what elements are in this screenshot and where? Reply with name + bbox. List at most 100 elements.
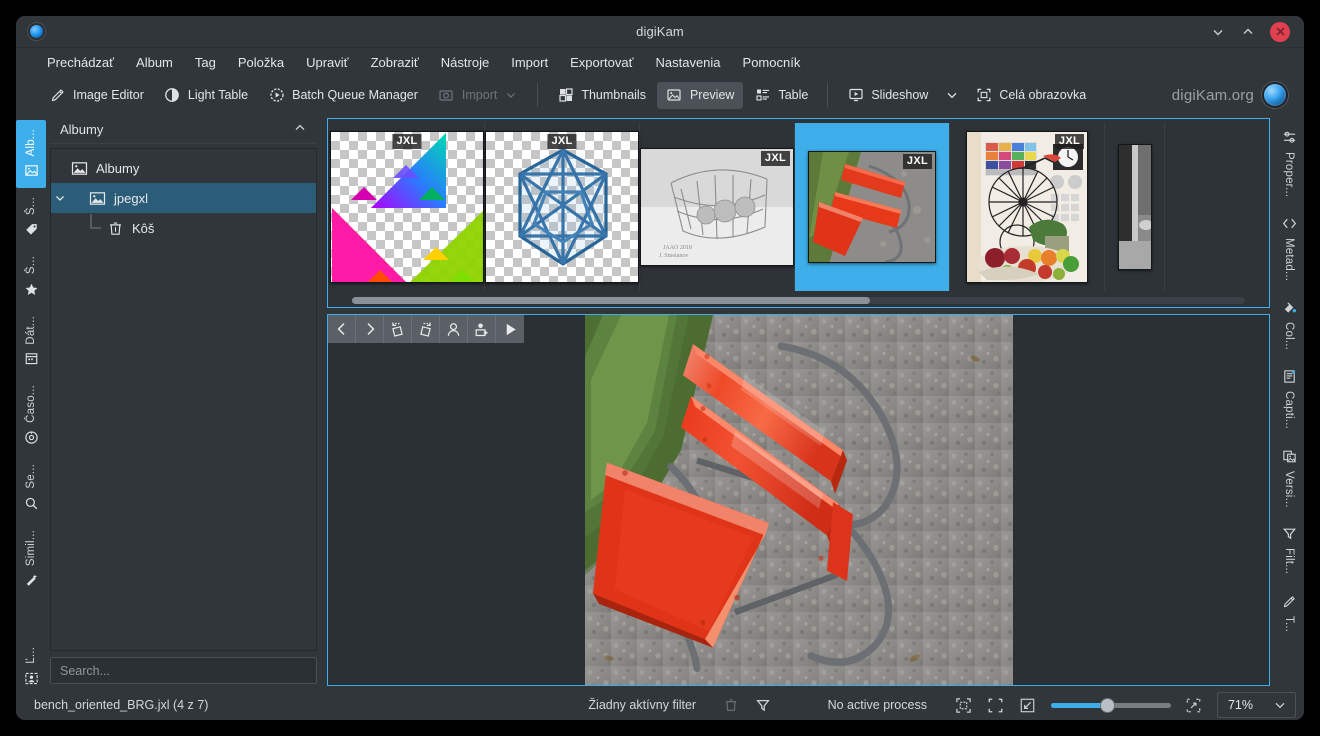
albums-panel-header: Albumy: [50, 116, 317, 144]
rotate-right-button[interactable]: [412, 315, 440, 343]
brand-area: digiKam.org: [1172, 82, 1292, 108]
add-face-button[interactable]: [468, 315, 496, 343]
preview-image[interactable]: [584, 315, 1013, 685]
trash-icon: [105, 218, 125, 238]
tree-item-trash[interactable]: Kôš: [51, 213, 316, 243]
light-table-button[interactable]: Light Table: [155, 82, 257, 109]
close-button[interactable]: [1270, 21, 1290, 42]
tree-item-albums-root[interactable]: Albumy: [51, 153, 316, 183]
format-badge: JXL: [902, 154, 932, 169]
zoom-level-dropdown[interactable]: 71%: [1216, 692, 1296, 718]
zoom-slider-fill: [1050, 702, 1107, 708]
album-search-box[interactable]: [50, 657, 317, 684]
menu-edit[interactable]: Upraviť: [295, 52, 359, 73]
sidebar-item-people[interactable]: Ľ...: [16, 638, 46, 696]
fit-to-width-icon[interactable]: [1019, 696, 1037, 714]
menu-browse[interactable]: Prechádzať: [36, 52, 125, 73]
search-input[interactable]: [60, 663, 307, 678]
zoom-slider[interactable]: [1050, 696, 1171, 714]
scrollbar-thumb[interactable]: [352, 296, 870, 304]
thumbnails-view-button[interactable]: Thumbnails: [548, 82, 655, 109]
sidebar-label-colors: Col...: [1283, 322, 1295, 351]
thumbnails-label: Thumbnails: [581, 88, 646, 102]
menu-export[interactable]: Exportovať: [559, 52, 644, 73]
sidebar-label-versions: Versi...: [1283, 470, 1295, 508]
fullscreen-button[interactable]: Celá obrazovka: [966, 82, 1095, 109]
table-view-button[interactable]: Table: [745, 82, 817, 109]
fullscreen-label: Celá obrazovka: [999, 88, 1087, 102]
sidebar-item-search[interactable]: Se...: [16, 455, 46, 521]
sidebar-item-albums[interactable]: Alb...: [16, 120, 46, 189]
sidebar-item-dates[interactable]: Dát...: [16, 307, 46, 377]
expand-icon[interactable]: [1185, 696, 1203, 714]
thumbnail-street-scene[interactable]: [1105, 123, 1165, 291]
maximize-button[interactable]: [1240, 24, 1256, 40]
previous-image-button[interactable]: [328, 315, 356, 343]
menu-settings[interactable]: Nastavenia: [644, 52, 731, 73]
sidebar-item-filters[interactable]: Filt...: [1274, 516, 1304, 583]
menu-import[interactable]: Import: [500, 52, 559, 73]
face-detect-button[interactable]: [440, 315, 468, 343]
zoom-slider-handle[interactable]: [1100, 697, 1116, 713]
tree-item-jpegxl[interactable]: jpegxl: [51, 183, 316, 213]
batch-queue-manager-button[interactable]: Batch Queue Manager: [259, 82, 427, 109]
sidebar-item-tags[interactable]: Š...: [16, 188, 46, 247]
sidebar-item-captions[interactable]: Capti...: [1274, 359, 1304, 438]
image-preview-area[interactable]: [327, 314, 1270, 686]
thumbnail-icosahedron[interactable]: JXL: [485, 123, 640, 291]
sidebar-item-similarity[interactable]: Simil...: [16, 521, 46, 598]
chevron-down-icon[interactable]: [943, 87, 960, 104]
chevron-down-icon[interactable]: [1271, 696, 1289, 714]
scrollbar-track[interactable]: [352, 296, 1245, 304]
slideshow-button[interactable]: Slideshow: [838, 82, 937, 109]
digikam-globe-icon: [26, 22, 46, 42]
sidebar-item-labels[interactable]: Š...: [16, 247, 46, 306]
menu-tag[interactable]: Tag: [184, 52, 227, 73]
thumbnail-penny-farthing[interactable]: JXL: [950, 123, 1105, 291]
menubar: Prechádzať Album Tag Položka Upraviť Zob…: [16, 48, 1304, 76]
menu-item[interactable]: Položka: [227, 52, 295, 73]
sidebar-item-colors[interactable]: Col...: [1274, 290, 1304, 359]
menu-view[interactable]: Zobraziť: [360, 52, 430, 73]
digikam-window: digiKam Prechádzať Album Tag Položka Upr…: [16, 16, 1304, 720]
slideshow-dropdown-button[interactable]: [939, 82, 964, 109]
expand-twisty-icon[interactable]: [51, 192, 69, 204]
filmstrip-scrollbar[interactable]: [328, 293, 1269, 307]
preview-view-button[interactable]: Preview: [656, 81, 744, 109]
chevron-up-icon[interactable]: [293, 121, 307, 138]
thumbnail-red-bench[interactable]: JXL: [795, 123, 950, 291]
thumbnail-fractal-gradient[interactable]: JXL: [330, 123, 485, 291]
trash-icon[interactable]: [722, 696, 740, 714]
fit-to-window-icon[interactable]: [955, 696, 973, 714]
sidebar-item-metadata[interactable]: Metad...: [1274, 206, 1304, 290]
filmstrip[interactable]: JXL JXL JAAO 2018 J. Smetanov JXL JXL JX…: [327, 118, 1270, 308]
star-rating-icon: [23, 281, 40, 298]
sidebar-item-tools[interactable]: T...: [1274, 584, 1304, 641]
rotate-left-button[interactable]: [384, 315, 412, 343]
menu-album[interactable]: Album: [125, 52, 184, 73]
menu-help[interactable]: Pomocník: [732, 52, 812, 73]
sidebar-item-properties[interactable]: Proper...: [1274, 120, 1304, 206]
camera-import-icon: [438, 87, 455, 104]
image-editor-button[interactable]: Image Editor: [40, 82, 153, 109]
sidebar-label-albums: Alb...: [25, 129, 37, 157]
sidebar-item-versions[interactable]: Versi...: [1274, 439, 1304, 517]
slideshow-play-button[interactable]: [496, 315, 524, 343]
albums-tree[interactable]: Albumy jpegxl Kôš: [50, 148, 317, 651]
slideshow-icon: [847, 87, 864, 104]
import-button[interactable]: Import: [429, 82, 527, 109]
next-image-button[interactable]: [356, 315, 384, 343]
sidebar-label-dates: Dát...: [25, 315, 37, 345]
zoom-100-icon[interactable]: [987, 696, 1005, 714]
batch-queue-manager-label: Batch Queue Manager: [292, 88, 418, 102]
chevron-down-icon[interactable]: [504, 87, 518, 104]
minimize-button[interactable]: [1210, 24, 1226, 40]
metadata-icon: [1281, 215, 1298, 232]
thumbnail-glass-basket[interactable]: JAAO 2018 J. Smetanov JXL: [640, 123, 795, 291]
funnel-icon[interactable]: [754, 696, 772, 714]
tree-label-jpegxl: jpegxl: [114, 190, 148, 206]
sidebar-label-similarity: Simil...: [25, 529, 37, 566]
menu-tools[interactable]: Nástroje: [430, 52, 500, 73]
sidebar-item-timeline[interactable]: Časo...: [16, 376, 46, 455]
status-process-text: No active process: [827, 698, 927, 712]
